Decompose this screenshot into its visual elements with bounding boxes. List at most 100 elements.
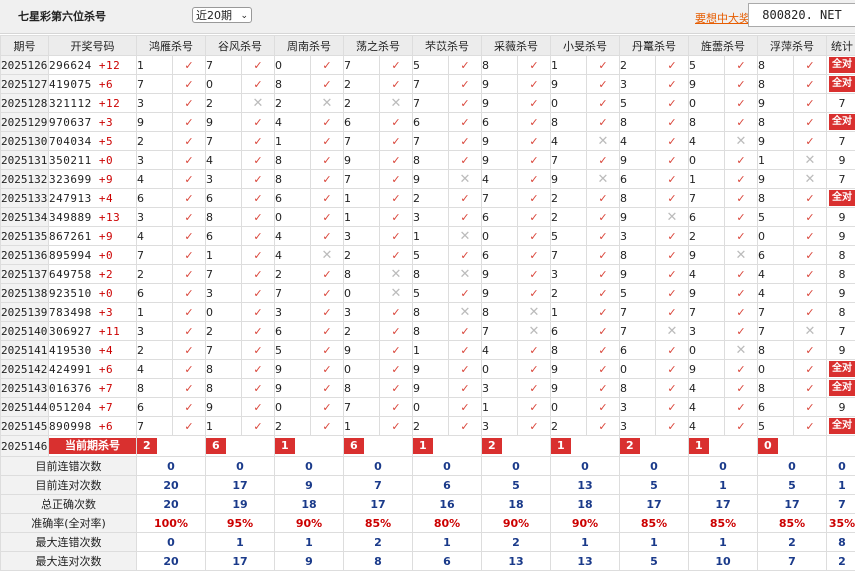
cross-icon: ✕ [241, 93, 275, 113]
check-icon: ✓ [379, 302, 413, 322]
check-icon: ✓ [724, 150, 758, 170]
check-icon: ✓ [310, 112, 344, 132]
stats-value: 18 [550, 494, 620, 514]
check-icon: ✓ [172, 359, 206, 379]
check-icon: ✓ [655, 169, 689, 189]
kill-number: 2 [136, 131, 173, 151]
stats-label: 目前连对次数 [0, 475, 137, 495]
draw-result: 890998 +6 [48, 416, 137, 436]
draw-sum: +6 [98, 77, 114, 91]
kill-number: 8 [205, 378, 242, 398]
cross-icon: ✕ [379, 264, 413, 284]
check-icon: ✓ [517, 188, 551, 208]
kill-number: 9 [481, 93, 518, 113]
period-number: 2025131 [0, 150, 49, 170]
cross-icon: ✕ [586, 169, 620, 189]
period-number: 2025145 [0, 416, 49, 436]
kill-number: 2 [274, 264, 311, 284]
site-badge: 800820. NET [748, 3, 855, 27]
col-header-stat: 统计 [826, 35, 855, 56]
check-icon: ✓ [655, 378, 689, 398]
period-range-value: 近20期 [196, 9, 232, 22]
check-icon: ✓ [793, 188, 827, 208]
kill-number: 0 [205, 74, 242, 94]
kill-number: 2 [343, 74, 380, 94]
stats-row: 目前连错次数 0 0 0 0 0 0 0 0 0 0 0 [0, 456, 855, 476]
stats-value: 17 [688, 494, 758, 514]
check-icon: ✓ [379, 397, 413, 417]
row-stat: 8 [826, 264, 855, 284]
col-header-method: 小旻杀号 [550, 35, 620, 56]
period-range-select[interactable]: 近20期 ⌄ [192, 7, 252, 23]
draw-result: 704034 +5 [48, 131, 137, 151]
draw-sum: +3 [98, 305, 114, 319]
check-icon: ✓ [448, 378, 482, 398]
period-number: 2025135 [0, 226, 49, 246]
current-kill-cell: 6 [343, 435, 413, 457]
check-icon: ✓ [655, 283, 689, 303]
check-icon: ✓ [724, 112, 758, 132]
check-icon: ✓ [517, 283, 551, 303]
check-icon: ✓ [655, 397, 689, 417]
check-icon: ✓ [586, 321, 620, 341]
kill-number: 9 [688, 245, 725, 265]
check-icon: ✓ [172, 245, 206, 265]
kill-number: 7 [412, 131, 449, 151]
draw-sum: +6 [98, 362, 114, 376]
row-stat: 全对 [826, 55, 855, 75]
kill-number: 6 [136, 188, 173, 208]
check-icon: ✓ [517, 93, 551, 113]
check-icon: ✓ [586, 359, 620, 379]
kill-number: 9 [619, 207, 656, 227]
check-icon: ✓ [310, 416, 344, 436]
kill-number: 7 [136, 74, 173, 94]
kill-number: 6 [343, 112, 380, 132]
cross-icon: ✕ [310, 245, 344, 265]
check-icon: ✓ [586, 245, 620, 265]
check-icon: ✓ [379, 378, 413, 398]
kill-number: 1 [550, 302, 587, 322]
stats-value: 0 [412, 456, 482, 476]
check-icon: ✓ [724, 378, 758, 398]
check-icon: ✓ [310, 150, 344, 170]
kill-number: 9 [619, 150, 656, 170]
kill-number: 8 [619, 112, 656, 132]
check-icon: ✓ [241, 340, 275, 360]
stats-value: 0 [550, 456, 620, 476]
table-row: 2025137 649758 +2 2 ✓ 7 ✓ 2 ✓ 8 ✕ 8 ✕ 9 ✓ 3 ✓ 9 ✓ 4 ✓ 4 ✓ 8 [0, 264, 855, 284]
current-kill-label-text: 当前期杀号 [49, 438, 136, 454]
row-stat: 7 [826, 321, 855, 341]
draw-sum: +7 [98, 381, 114, 395]
col-header-method: 采薇杀号 [481, 35, 551, 56]
check-icon: ✓ [241, 264, 275, 284]
draw-digits: 704034 [49, 134, 92, 148]
kill-number: 7 [619, 321, 656, 341]
check-icon: ✓ [517, 169, 551, 189]
kill-number: 5 [619, 93, 656, 113]
kill-number: 7 [205, 131, 242, 151]
kill-number: 9 [481, 131, 518, 151]
check-icon: ✓ [448, 93, 482, 113]
kill-number: 3 [481, 416, 518, 436]
check-icon: ✓ [586, 55, 620, 75]
current-kill-number: 1 [551, 438, 571, 454]
kill-number: 9 [550, 359, 587, 379]
check-icon: ✓ [517, 359, 551, 379]
kill-number: 3 [274, 302, 311, 322]
kill-number: 6 [550, 321, 587, 341]
kill-number: 6 [205, 226, 242, 246]
kill-number: 4 [136, 359, 173, 379]
table-row: 2025128 321112 +12 3 ✓ 2 ✕ 2 ✕ 2 ✕ 7 ✓ 9 ✓ 0 ✓ 5 ✓ 0 ✓ 9 ✓ 7 [0, 93, 855, 113]
check-icon: ✓ [724, 74, 758, 94]
kill-number: 2 [619, 55, 656, 75]
draw-digits: 970637 [49, 115, 92, 129]
stats-value: 85% [343, 513, 413, 533]
check-icon: ✓ [517, 245, 551, 265]
check-icon: ✓ [379, 55, 413, 75]
kill-number: 2 [343, 93, 380, 113]
table-row: 2025136 895994 +0 7 ✓ 1 ✓ 4 ✕ 2 ✓ 5 ✓ 6 ✓ 7 ✓ 8 ✓ 9 ✕ 6 ✓ 8 [0, 245, 855, 265]
cross-icon: ✕ [793, 169, 827, 189]
check-icon: ✓ [586, 378, 620, 398]
check-icon: ✓ [379, 321, 413, 341]
period-number: 2025129 [0, 112, 49, 132]
